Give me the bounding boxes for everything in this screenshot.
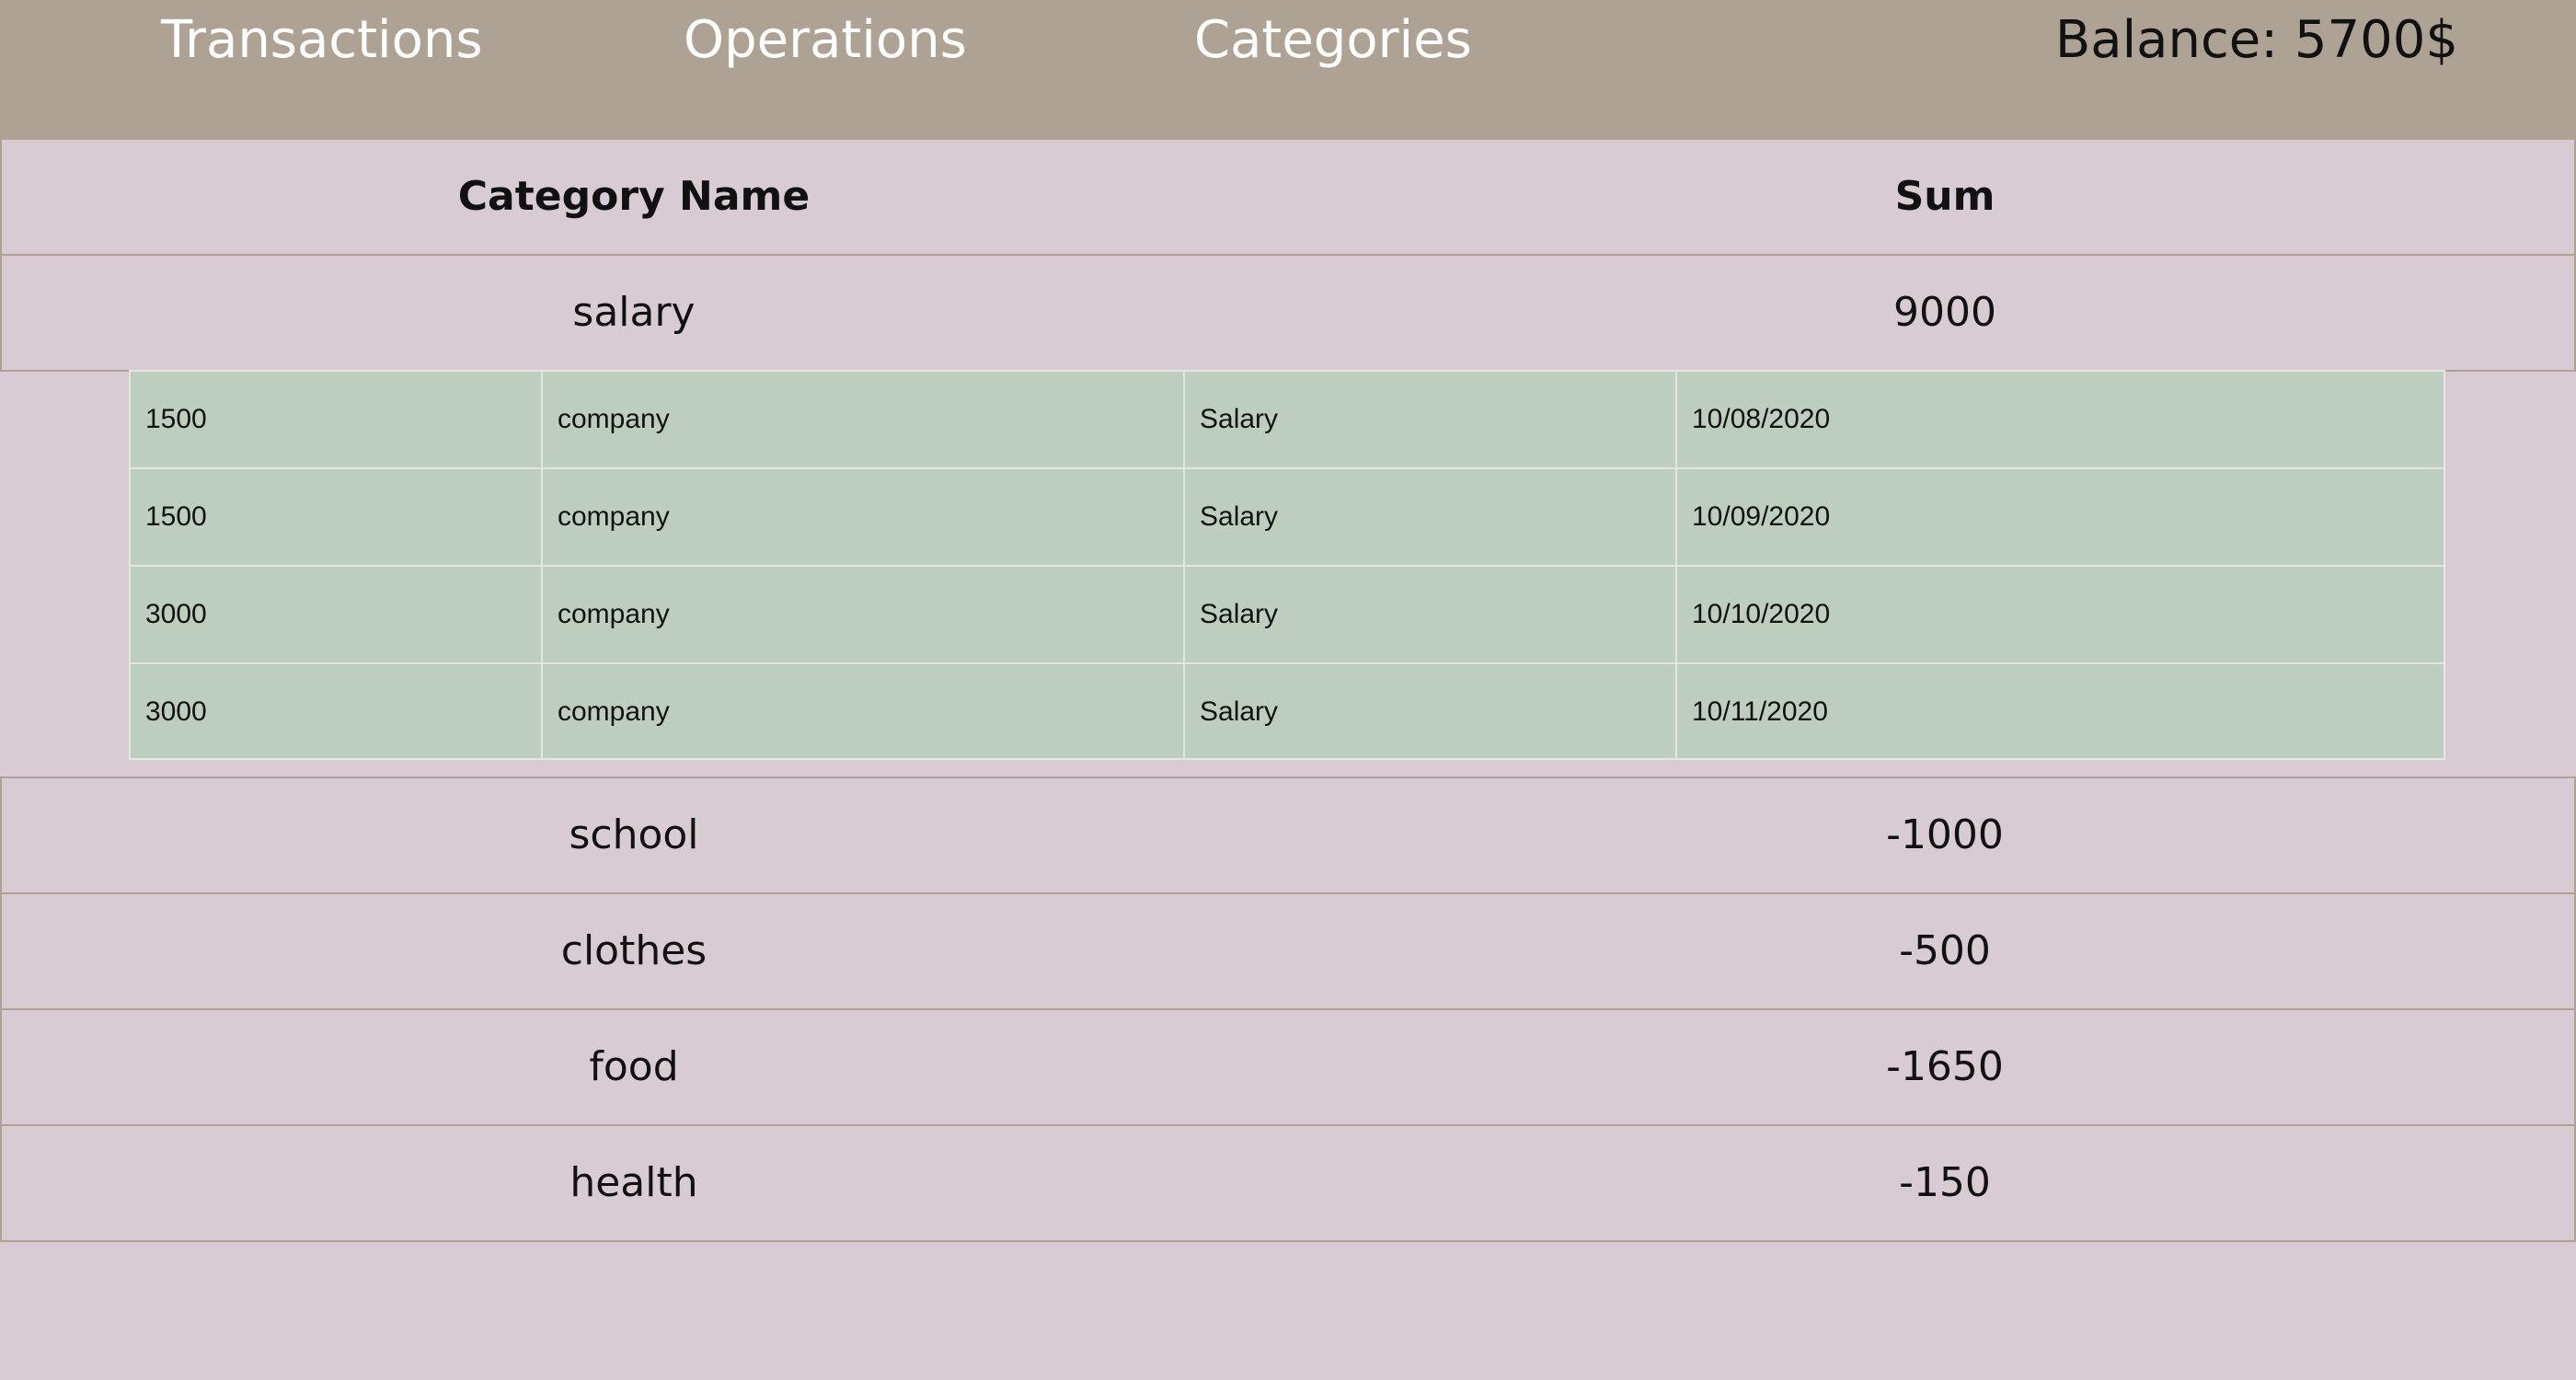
category-row-salary[interactable]: salary 9000 bbox=[0, 254, 2576, 372]
transaction-row[interactable]: 1500 company Salary 10/09/2020 bbox=[131, 469, 2444, 567]
balance-display: Balance: 5700$ bbox=[2054, 10, 2458, 70]
category-name: clothes bbox=[560, 927, 707, 974]
category-row-clothes[interactable]: clothes -500 bbox=[0, 892, 2576, 1010]
transaction-source: company bbox=[543, 664, 1185, 760]
transaction-amount: 3000 bbox=[131, 567, 543, 662]
transaction-category: Salary bbox=[1185, 469, 1677, 565]
nav-operations[interactable]: Operations bbox=[684, 0, 967, 81]
category-row-food[interactable]: food -1650 bbox=[0, 1008, 2576, 1126]
transaction-row[interactable]: 3000 company Salary 10/10/2020 bbox=[131, 567, 2444, 664]
category-sum: -500 bbox=[1899, 927, 1991, 974]
transaction-amount: 3000 bbox=[131, 664, 543, 760]
nav-transactions[interactable]: Transactions bbox=[161, 0, 483, 81]
transaction-date: 10/11/2020 bbox=[1692, 696, 1828, 727]
transaction-category: Salary bbox=[1185, 567, 1677, 662]
table-header-row: Category Name Sum bbox=[0, 138, 2576, 256]
nav-categories[interactable]: Categories bbox=[1194, 0, 1472, 81]
category-row-health[interactable]: health -150 bbox=[0, 1124, 2576, 1242]
category-name: health bbox=[569, 1159, 698, 1206]
transaction-date: 10/10/2020 bbox=[1692, 599, 1831, 629]
transaction-date: 10/08/2020 bbox=[1692, 404, 1831, 434]
category-name: salary bbox=[572, 289, 696, 336]
transaction-source: company bbox=[543, 469, 1185, 565]
transaction-category: Salary bbox=[1185, 664, 1677, 760]
transaction-source: company bbox=[543, 372, 1185, 467]
category-sum: -1000 bbox=[1886, 811, 2004, 858]
category-sum: -150 bbox=[1899, 1159, 1991, 1206]
transaction-category: Salary bbox=[1185, 372, 1677, 467]
transaction-row[interactable]: 1500 company Salary 10/08/2020 bbox=[131, 372, 2444, 469]
transaction-row[interactable]: 3000 company Salary 10/11/2020 bbox=[131, 664, 2444, 762]
top-nav-bar: Transactions Operations Categories Balan… bbox=[0, 0, 2576, 138]
salary-transactions-table: 1500 company Salary 10/08/2020 1500 comp… bbox=[129, 370, 2445, 760]
category-sum: -1650 bbox=[1886, 1043, 2004, 1090]
category-sum: 9000 bbox=[1893, 289, 1996, 336]
transaction-date: 10/09/2020 bbox=[1692, 501, 1831, 532]
transaction-source: company bbox=[543, 567, 1185, 662]
category-row-school[interactable]: school -1000 bbox=[0, 776, 2576, 894]
category-name: food bbox=[589, 1043, 679, 1090]
transaction-amount: 1500 bbox=[131, 372, 543, 467]
column-header-category-name: Category Name bbox=[457, 173, 811, 220]
column-header-sum: Sum bbox=[1894, 173, 1995, 220]
category-name: school bbox=[569, 811, 699, 858]
transaction-amount: 1500 bbox=[131, 469, 543, 565]
